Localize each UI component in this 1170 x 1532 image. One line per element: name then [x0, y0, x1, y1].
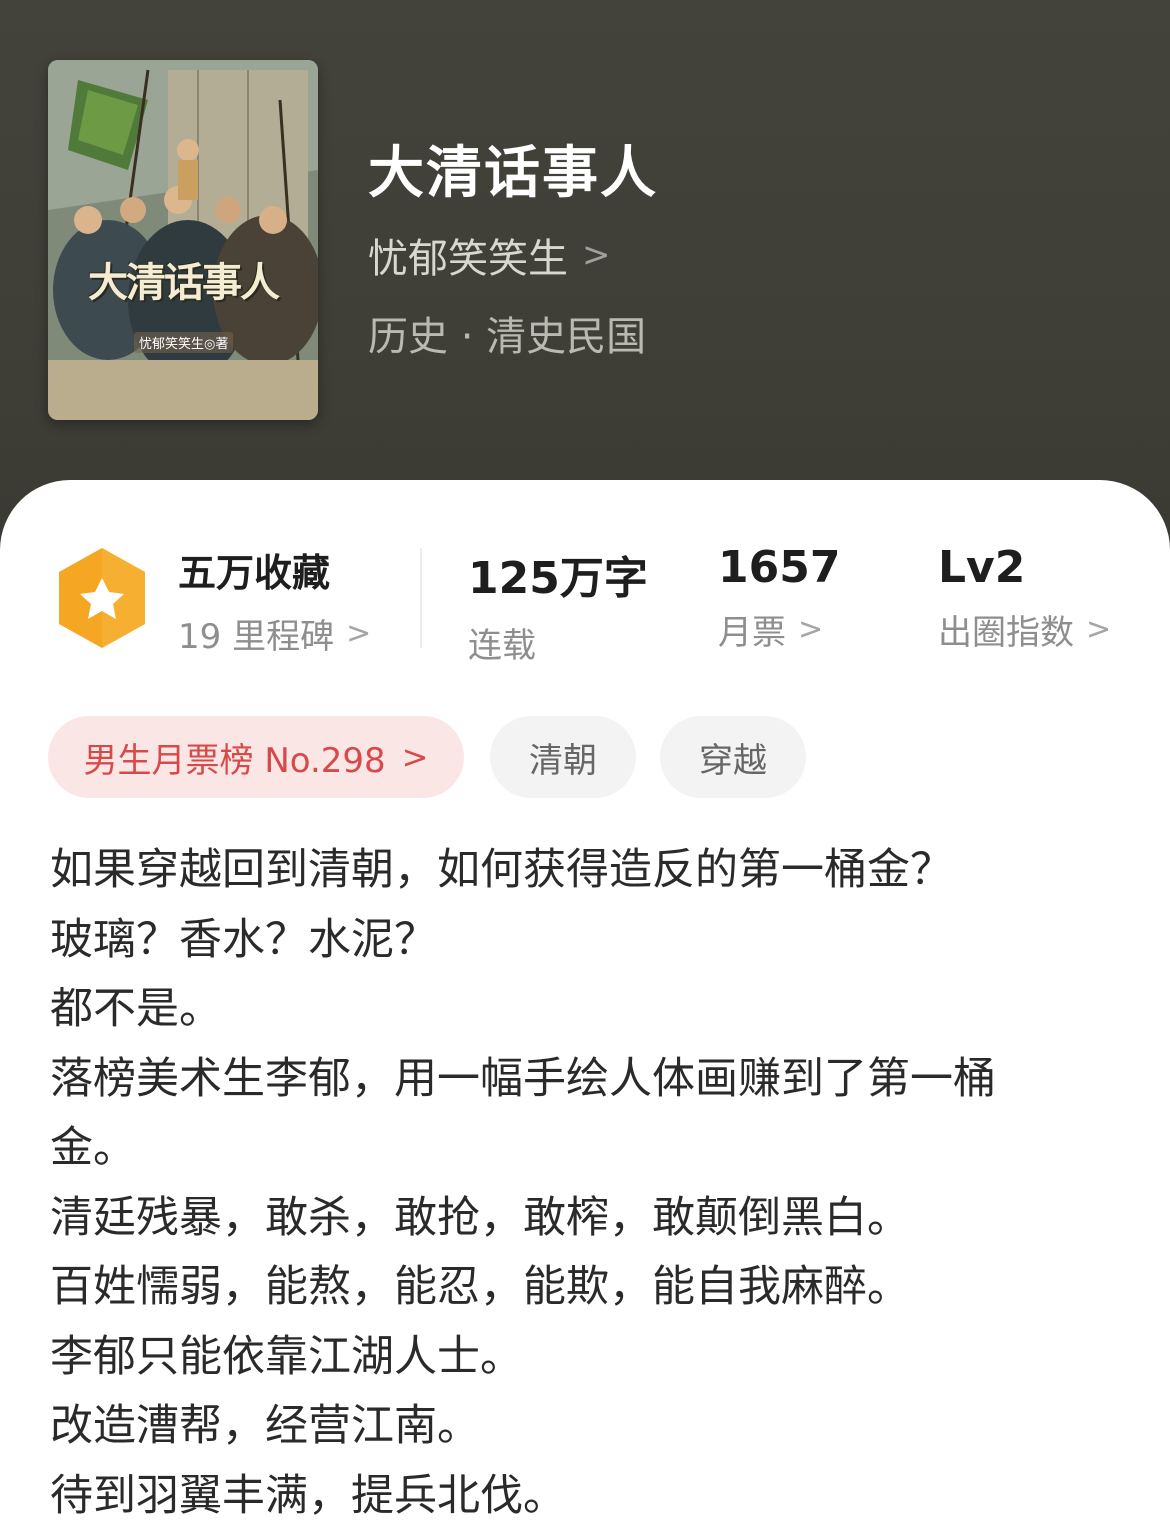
- description-line: 百姓懦弱，能熬，能忍，能欺，能自我麻醉。: [50, 1262, 910, 1312]
- book-title: 大清话事人: [368, 141, 658, 206]
- stat-index-label: 出圈指数: [938, 613, 1074, 653]
- chevron-right-icon: >: [582, 235, 611, 275]
- description-line: 如果穿越回到清朝，如何获得造反的第一桶金？: [50, 845, 953, 895]
- cover-author-text: 忧郁笑笑生◎著: [134, 332, 234, 353]
- stat-tickets-value: 1657: [718, 542, 841, 593]
- author-link[interactable]: 忧郁笑笑生 >: [368, 226, 611, 284]
- stat-words-label: 连载: [468, 626, 536, 666]
- stat-tickets-label: 月票: [718, 613, 786, 653]
- rank-chip-label: 男生月票榜 No.298: [83, 740, 386, 781]
- stat-words: 125万字 连载: [468, 542, 648, 667]
- genre-label: 历史 · 清史民国: [368, 314, 647, 360]
- cover-title-text: 大清话事人: [88, 259, 280, 306]
- stat-collection-label: 19 里程碑: [178, 617, 335, 657]
- author-name: 忧郁笑笑生: [368, 236, 568, 282]
- stat-collection-value: 五万收藏: [178, 551, 331, 595]
- star-hexagon-icon[interactable]: [52, 544, 152, 652]
- book-description: 如果穿越回到清朝，如何获得造反的第一桶金？ 玻璃？香水？水泥？ 都不是。 落榜美…: [50, 836, 1140, 1531]
- tag-chip-label: 清朝: [529, 740, 597, 781]
- description-line: 清廷残暴，敢杀，敢抢，敢榨，敢颠倒黑白。: [50, 1192, 910, 1243]
- stat-words-value: 125万字: [468, 553, 648, 604]
- stat-index[interactable]: Lv2 出圈指数 >: [938, 542, 1111, 654]
- description-line: 落榜美术生李郁，用一幅手绘人体画赚到了第一桶金。: [50, 1053, 996, 1174]
- description-line: 玻璃？香水？水泥？: [50, 914, 437, 965]
- tag-chip[interactable]: 清朝: [490, 716, 636, 798]
- description-line: 李郁只能依靠江湖人士。: [50, 1331, 523, 1382]
- tag-chip-label: 穿越: [699, 740, 767, 781]
- chevron-right-icon: >: [346, 616, 372, 651]
- description-line: 改造漕帮，经营江南。: [50, 1401, 480, 1451]
- chevron-right-icon: >: [798, 612, 824, 647]
- book-cover[interactable]: 大清话事人 忧郁笑笑生◎著: [48, 60, 318, 420]
- stat-divider: [420, 548, 422, 648]
- chevron-right-icon: >: [1086, 612, 1112, 647]
- stat-index-value: Lv2: [938, 542, 1026, 593]
- description-line: 都不是。: [50, 984, 222, 1034]
- tag-chip[interactable]: 穿越: [660, 716, 806, 798]
- description-line: 待到羽翼丰满，提兵北伐。: [50, 1470, 566, 1521]
- chevron-right-icon: >: [401, 738, 429, 776]
- cover-illustration: [48, 60, 318, 420]
- rank-chip[interactable]: 男生月票榜 No.298 >: [48, 716, 464, 798]
- stat-tickets[interactable]: 1657 月票 >: [718, 542, 840, 654]
- stat-collection[interactable]: 五万收藏 19 里程碑 >: [178, 542, 371, 658]
